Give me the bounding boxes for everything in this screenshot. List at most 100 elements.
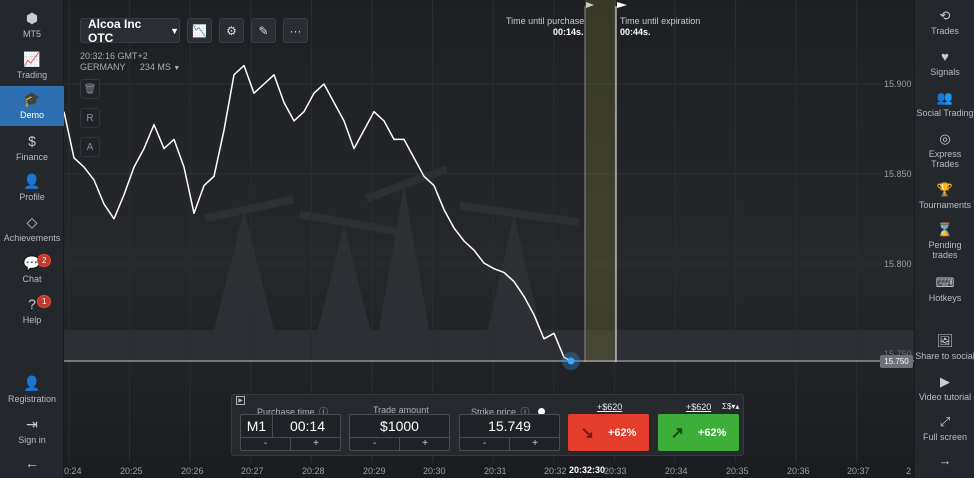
user-icon: 👤: [23, 173, 41, 189]
panel-label: Pending trades: [928, 240, 962, 260]
purchase-zone: [585, 0, 616, 362]
time-tick: 20:32: [544, 466, 567, 476]
panel-express-trades[interactable]: ◎ Express Trades: [915, 131, 974, 169]
user-plus-icon: 👤: [23, 375, 41, 391]
more-options-button[interactable]: ···: [283, 18, 308, 43]
gem-stack-icon: ⬢: [25, 10, 39, 26]
trade-amount-minus-button[interactable]: -: [350, 437, 400, 450]
trash-icon: 🗑: [83, 83, 97, 95]
panel-label: Social Trading: [916, 108, 974, 118]
time-tick: 20:30: [423, 466, 446, 476]
strike-minus-button[interactable]: -: [460, 437, 510, 450]
history-icon: ⟲: [939, 8, 951, 23]
trade-amount-plus-button[interactable]: +: [400, 437, 450, 450]
expiration-timer-value: 00:44s.: [620, 27, 651, 37]
collapse-left-button[interactable]: ←: [0, 453, 64, 473]
nav-mt5[interactable]: ⬢ MT5: [0, 8, 64, 48]
time-tick: 20:27: [241, 466, 264, 476]
strike-price-field[interactable]: 15.749 - +: [459, 414, 560, 451]
nav-registration[interactable]: 👤 Registration: [0, 373, 64, 413]
indicator-chart-icon: 📉: [192, 23, 207, 38]
nav-trading[interactable]: 📈 Trading: [0, 49, 64, 89]
target-icon: ◎: [939, 131, 951, 146]
chart-settings-button[interactable]: ⚙: [219, 18, 244, 43]
panel-pending-trades[interactable]: ⌛ Pending trades: [915, 222, 974, 260]
last-point: [567, 357, 575, 365]
delete-drawings-button[interactable]: 🗑: [80, 79, 100, 99]
purchase-time-field[interactable]: M1 00:14 - +: [240, 414, 341, 451]
payout-down: +$620: [597, 402, 623, 412]
strike-price-value[interactable]: 15.749: [460, 418, 559, 434]
trade-amount-field[interactable]: $1000 - +: [349, 414, 450, 451]
left-sidebar: ⬢ MT5 📈 Trading 🎓 Demo $ Finance 👤 Profi…: [0, 0, 64, 478]
payout-up: +$620: [686, 402, 712, 412]
timeframe-selector[interactable]: M1: [241, 415, 273, 438]
buy-percent: +62%: [697, 426, 727, 439]
purchase-time-plus-button[interactable]: +: [291, 437, 341, 450]
purchase-time-value[interactable]: 00:14: [274, 415, 341, 438]
panel-trades[interactable]: ⟲ Trades: [915, 8, 974, 36]
dollar-icon: $: [28, 133, 36, 149]
panel-social-trading[interactable]: 👥 Social Trading: [915, 90, 974, 118]
strike-plus-button[interactable]: +: [510, 437, 560, 450]
buy-button[interactable]: ↗ +62%: [658, 414, 739, 451]
panel-video-tutorial[interactable]: ▶ Video tutorial: [915, 374, 974, 402]
nav-label: Sign in: [18, 435, 46, 445]
server-region[interactable]: GERMANY 234 MS ▼: [80, 62, 180, 72]
panel-share-to-social[interactable]: 🖼 Share to social: [915, 333, 974, 361]
panel-tournaments[interactable]: 🏆 Tournaments: [915, 182, 974, 210]
arrow-right-icon: →: [938, 453, 952, 468]
nav-label: Achievements: [3, 233, 61, 243]
panel-label: Signals: [930, 67, 960, 77]
purchase-timer-value: 00:14s.: [553, 27, 584, 37]
arrow-down-right-icon: ↘: [580, 424, 594, 442]
auto-scale-icon: A: [86, 141, 94, 153]
time-tick: 20:33: [604, 466, 627, 476]
nav-chat[interactable]: 💬 Chat 2: [0, 253, 64, 293]
panel-label: Express Trades: [928, 149, 962, 169]
nav-profile[interactable]: 👤 Profile: [0, 171, 64, 211]
purchase-timer-label: Time until purchase: [506, 16, 585, 26]
panel-full-screen[interactable]: ⤢ Full screen: [915, 414, 974, 442]
server-clock: 20:32:16 GMT+2: [80, 51, 148, 61]
nav-achievements[interactable]: ◇ Achievements: [0, 212, 64, 252]
switch-mode-button[interactable]: ▶: [236, 396, 245, 405]
panel-signals[interactable]: ♥ Signals: [915, 49, 974, 77]
right-sidebar: ⟲ Trades ♥ Signals 👥 Social Trading ◎ Ex…: [914, 0, 974, 478]
graduation-cap-icon: 🎓: [23, 91, 41, 107]
help-badge: 1: [37, 295, 52, 308]
time-tick: 20:35: [726, 466, 749, 476]
time-tick: 20:28: [302, 466, 325, 476]
diamond-icon: ◇: [26, 214, 38, 230]
drawing-tools-button[interactable]: ✎: [251, 18, 276, 43]
nav-label: Demo: [19, 110, 44, 120]
sell-button[interactable]: ↘ +62%: [568, 414, 649, 451]
play-icon: ▶: [940, 374, 950, 389]
current-price-tag: 15.750: [880, 355, 913, 368]
collapse-right-button[interactable]: →: [915, 453, 974, 469]
nav-help[interactable]: ? Help 1: [0, 294, 64, 334]
panel-label: Trades: [931, 26, 959, 36]
currency-toggle[interactable]: Σ$▾▴: [722, 402, 739, 411]
time-tick: 20:31: [484, 466, 507, 476]
reset-icon: R: [86, 112, 94, 124]
indicators-button[interactable]: 📉: [187, 18, 212, 43]
price-tick: 15.900: [884, 79, 912, 89]
keyboard-icon: ⌨: [935, 275, 955, 290]
time-tick: 20:37: [847, 466, 870, 476]
trade-amount-value[interactable]: $1000: [350, 418, 449, 434]
sell-percent: +62%: [607, 426, 637, 439]
reset-chart-button[interactable]: R: [80, 108, 100, 128]
nav-finance[interactable]: $ Finance: [0, 131, 64, 171]
price-tick: 15.850: [884, 169, 912, 179]
nav-sign-in[interactable]: ⇥ Sign in: [0, 414, 64, 454]
time-tick: 2: [906, 466, 912, 476]
nav-demo[interactable]: 🎓 Demo: [0, 86, 64, 126]
ellipsis-icon: ···: [289, 23, 302, 38]
asset-selector[interactable]: Alcoa Inc OTC ▼: [80, 17, 180, 45]
auto-scale-button[interactable]: A: [80, 137, 100, 157]
purchase-time-minus-button[interactable]: -: [241, 437, 291, 450]
help-icon: ?: [28, 296, 36, 312]
arrow-up-right-icon: ↗: [670, 424, 684, 442]
panel-hotkeys[interactable]: ⌨ Hotkeys: [915, 275, 974, 303]
